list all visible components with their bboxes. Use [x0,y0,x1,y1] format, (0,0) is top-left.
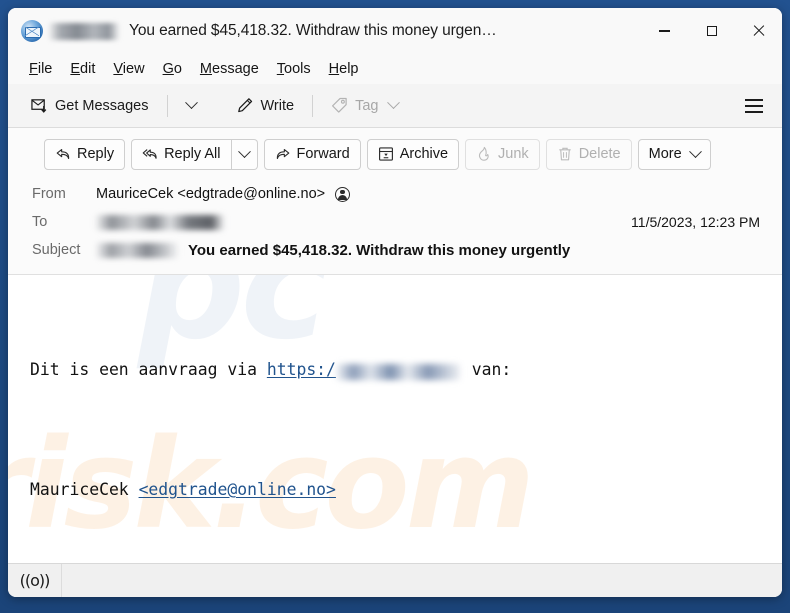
archive-button[interactable]: Archive [366,138,460,170]
tag-button[interactable]: Tag [322,92,407,119]
message-action-bar: Reply Reply All Forward Archive Junk Del… [8,128,782,180]
message-body: pc risk.com Dit is een aanvraag via http… [8,275,782,563]
close-button[interactable] [735,8,782,54]
more-button[interactable]: More [637,138,711,170]
more-label: More [648,146,682,162]
reply-button[interactable]: Reply [44,138,126,170]
hamburger-menu-icon-bar [745,110,763,113]
write-button[interactable]: Write [228,92,304,119]
menu-view[interactable]: View [104,58,153,80]
menu-file[interactable]: File [20,58,61,80]
window-title: You earned $45,418.32. Withdraw this mon… [129,22,497,39]
chevron-down-icon [237,144,251,158]
get-messages-dropdown-button[interactable] [177,96,206,115]
message-date: 11/5/2023, 12:23 PM [631,214,760,230]
forward-label: Forward [296,146,350,162]
trash-icon [558,147,571,161]
reply-all-button[interactable]: Reply All [131,138,232,170]
pencil-icon [237,98,252,113]
flame-icon [479,146,489,161]
hamburger-menu-icon-bar [745,98,763,101]
contact-avatar-icon[interactable] [335,186,351,202]
menu-go[interactable]: Go [154,58,191,80]
reply-label: Reply [77,146,115,162]
forward-arrow-icon [276,149,289,159]
delete-label: Delete [578,146,621,162]
message-body-text: Dit is een aanvraag via https:/ van: Mau… [30,295,760,563]
window-controls [641,8,782,54]
status-bar: ((o)) [8,563,782,597]
title-redacted-blur [49,22,119,40]
subject-value: You earned $45,418.32. Withdraw this mon… [188,241,571,259]
delete-button[interactable]: Delete [545,138,632,170]
subject-label: Subject [32,242,81,258]
hamburger-menu-icon-bar [745,104,763,107]
body-line-1: Dit is een aanvraag via https:/ van: [30,355,760,385]
reply-all-label: Reply All [164,146,221,162]
body-line2-pre: MauriceCek [30,480,139,499]
toolbar-separator-3 [312,94,314,117]
menu-message[interactable]: Message [191,58,268,80]
app-menu-button[interactable] [738,91,770,121]
broadcast-online-icon[interactable]: ((o)) [8,564,62,597]
chevron-down-icon [688,144,702,158]
chevron-down-icon [184,96,198,110]
tag-label: Tag [355,97,379,114]
menu-edit[interactable]: Edit [61,58,104,80]
forward-button[interactable]: Forward [263,138,361,170]
junk-button[interactable]: Junk [465,138,540,170]
thunderbird-icon [21,20,43,42]
write-label: Write [260,97,295,114]
chevron-down-icon [387,96,401,110]
menu-bar: File Edit View Go Message Tools Help [8,54,782,84]
body-line1-post: van: [461,360,512,379]
reply-all-arrow-icon [142,149,157,159]
maximize-button[interactable] [688,8,735,54]
reply-arrow-icon [56,149,70,159]
from-value[interactable]: MauriceCek <edgtrade@online.no> [96,186,325,202]
subject-prefix-redacted [96,242,178,258]
from-label: From [32,186,66,202]
minimize-icon [659,30,670,32]
body-link-https[interactable]: https:/ [267,360,336,379]
subject-row: Subject You earned $45,418.32. Withdraw … [32,236,768,264]
thunderbird-message-window: You earned $45,418.32. Withdraw this mon… [8,8,782,597]
close-icon [753,25,765,37]
title-bar: You earned $45,418.32. Withdraw this mon… [8,8,782,54]
to-row: To 11/5/2023, 12:23 PM [32,208,768,236]
junk-label: Junk [498,146,529,162]
toolbar-separator [166,94,168,117]
message-header: From MauriceCek <edgtrade@online.no> To … [8,180,782,275]
body-url-redacted [335,364,460,380]
get-messages-button[interactable]: Get Messages [22,92,158,119]
body-line-2: MauriceCek <edgtrade@online.no> [30,475,760,505]
to-label: To [32,214,48,230]
archive-box-icon [378,147,393,161]
body-link-email[interactable]: <edgtrade@online.no> [139,480,336,499]
menu-tools[interactable]: Tools [268,58,320,80]
reply-all-group: Reply All [131,138,258,170]
envelope-download-icon [31,99,47,113]
menu-help[interactable]: Help [320,58,368,80]
maximize-icon [706,26,717,36]
reply-all-dropdown-button[interactable] [231,138,258,170]
minimize-button[interactable] [641,8,688,54]
body-line1-pre: Dit is een aanvraag via [30,360,267,379]
to-recipient-redacted [96,214,224,230]
tag-icon [332,97,347,113]
archive-label: Archive [399,146,449,162]
get-messages-label: Get Messages [55,97,149,114]
main-toolbar: Get Messages Write Tag [8,84,782,128]
from-row: From MauriceCek <edgtrade@online.no> [32,180,768,208]
